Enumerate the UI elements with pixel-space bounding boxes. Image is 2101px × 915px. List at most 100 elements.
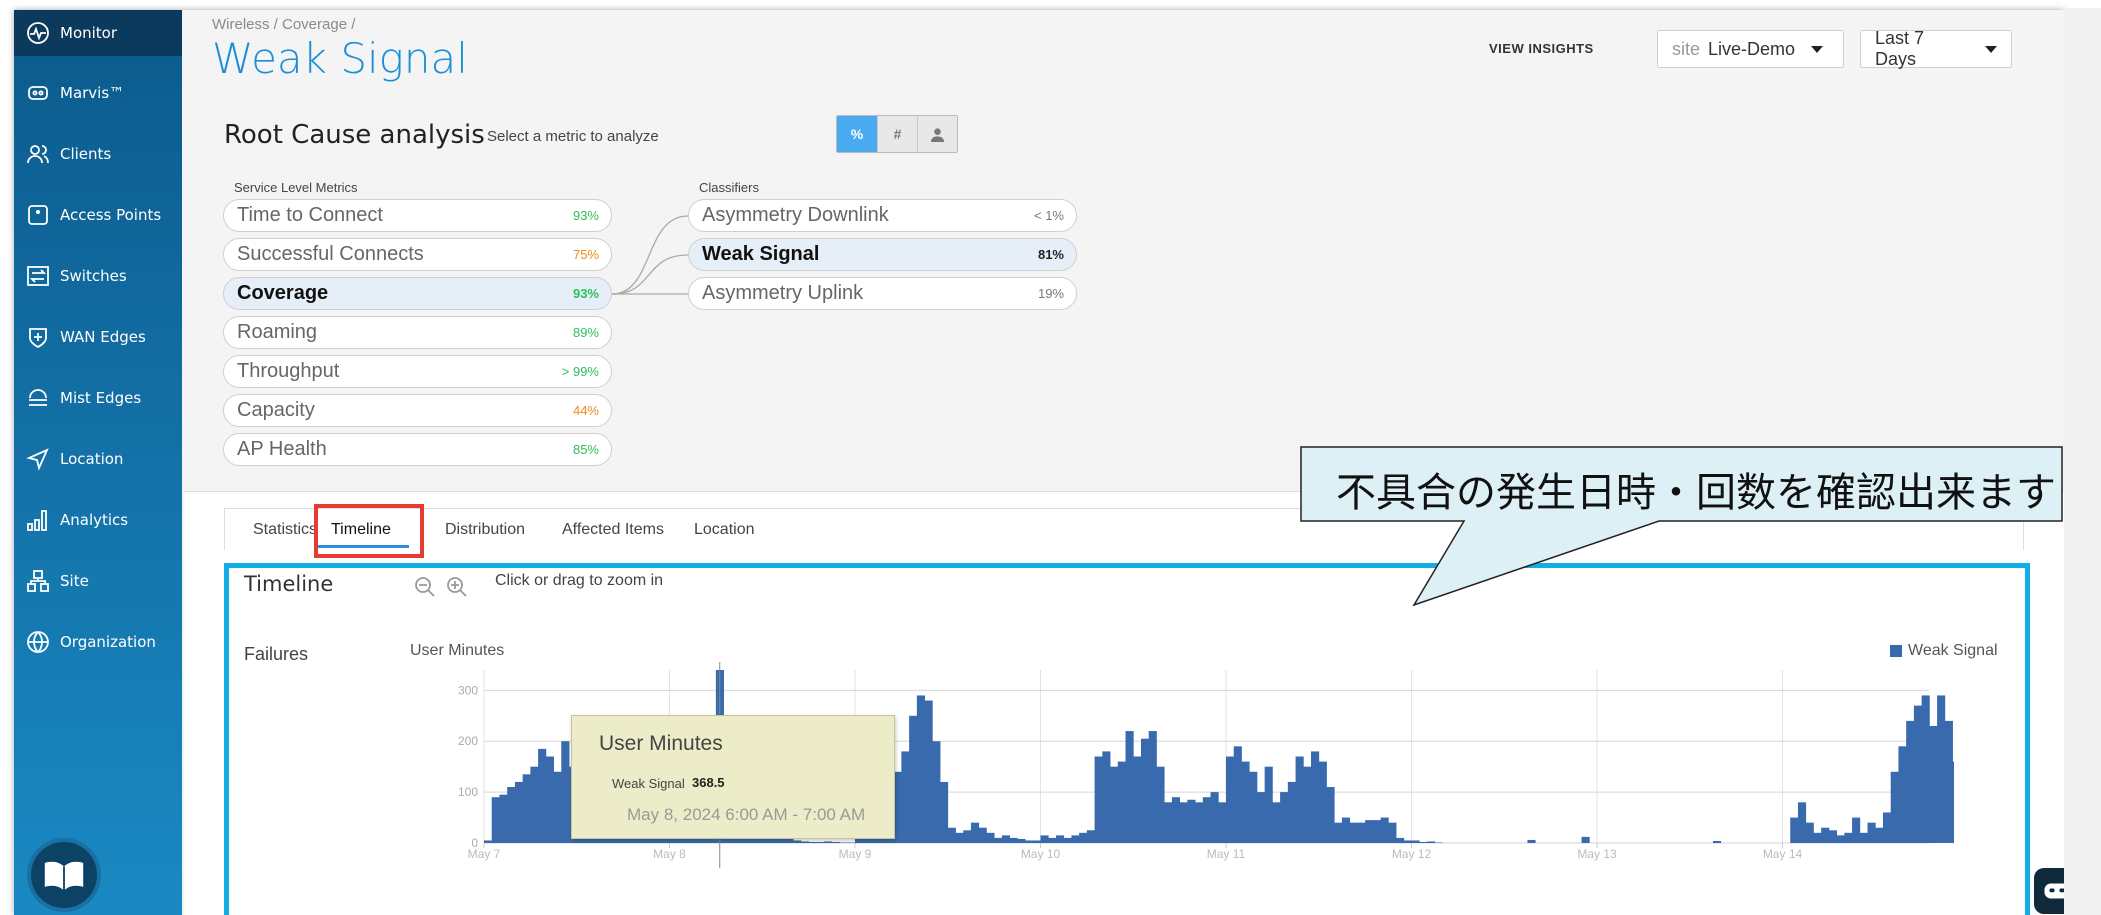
monitor-icon — [25, 20, 51, 46]
sidebar-item-switches[interactable]: Switches — [14, 253, 182, 299]
access-points-icon — [25, 202, 51, 228]
metric-roaming[interactable]: Roaming 89% — [223, 316, 612, 349]
sidebar-item-marvis[interactable]: Marvis™ — [14, 70, 182, 116]
chart-bar — [1210, 792, 1219, 843]
date-range-dropdown[interactable]: Last 7 Days — [1860, 28, 2012, 69]
zoom-in-icon[interactable] — [446, 576, 468, 598]
chart-bar — [1836, 835, 1845, 843]
metric-time-to-connect[interactable]: Time to Connect 93% — [223, 199, 612, 232]
metric-percent: 44% — [572, 403, 599, 418]
chart-bar — [816, 841, 825, 843]
chart-bar — [1055, 835, 1065, 843]
tab-statistics[interactable]: Statistics — [253, 509, 317, 551]
sidebar-item-label: Clients — [60, 145, 112, 163]
metric-throughput[interactable]: Throughput > 99% — [223, 355, 612, 388]
chart-bar — [1241, 761, 1250, 843]
chart-bar — [947, 827, 956, 843]
sidebar-item-analytics[interactable]: Analytics — [14, 497, 182, 543]
sidebar-item-label: Marvis™ — [60, 84, 125, 102]
metric-successful-connects[interactable]: Successful Connects 75% — [223, 238, 612, 271]
tooltip-value: 368.5 — [692, 775, 725, 790]
chart-bar — [1813, 832, 1822, 843]
chart-bar — [1233, 746, 1242, 843]
chart-bar — [1921, 695, 1930, 843]
site-dropdown[interactable]: site Live-Demo — [1657, 30, 1844, 68]
chart-bar — [1388, 822, 1397, 843]
zoom-out-icon[interactable] — [414, 576, 436, 598]
chart-bar — [1110, 766, 1119, 843]
chart-bar — [1256, 792, 1266, 843]
chart-bar — [1287, 781, 1296, 843]
chart-bar — [932, 741, 941, 843]
sidebar-item-mist-edges[interactable]: Mist Edges — [14, 375, 182, 421]
breadcrumb[interactable]: Wireless / Coverage / — [212, 16, 355, 33]
chart-bar — [1434, 842, 1443, 843]
switches-icon — [25, 263, 51, 289]
chart-bar — [1357, 822, 1366, 843]
chart-bar — [1828, 830, 1838, 843]
view-insights-link[interactable]: VIEW INSIGHTS — [1489, 41, 1594, 56]
chart-bar — [1272, 802, 1281, 843]
tab-location[interactable]: Location — [694, 509, 755, 551]
count-toggle-button[interactable]: # — [877, 116, 917, 152]
chart-bar — [1906, 720, 1915, 843]
chart-bar — [1318, 761, 1327, 843]
percent-toggle-button[interactable]: % — [837, 116, 877, 152]
metric-ap-health[interactable]: AP Health 85% — [223, 433, 612, 466]
chart-bar — [994, 837, 1003, 843]
date-range-value: Last 7 Days — [1875, 28, 1925, 69]
chart-bar — [1365, 820, 1374, 843]
chart-bar — [1349, 822, 1358, 843]
chart-bar — [909, 715, 918, 843]
sidebar-item-site[interactable]: Site — [14, 558, 182, 604]
sidebar-item-wan-edges[interactable]: WAN Edges — [14, 314, 182, 360]
metric-percent: 75% — [572, 247, 599, 262]
sidebar-item-access-points[interactable]: Access Points — [14, 192, 182, 238]
clients-icon — [25, 141, 51, 167]
chart-bar — [1426, 841, 1436, 843]
classifier-asymmetry-downlink[interactable]: Asymmetry Downlink < 1% — [688, 199, 1077, 232]
chart-bar — [1094, 756, 1103, 843]
classifier-weak-signal[interactable]: Weak Signal 81% — [688, 238, 1077, 271]
sidebar-item-organization[interactable]: Organization — [14, 619, 182, 665]
sidebar-item-monitor[interactable]: Monitor — [14, 10, 182, 56]
metric-percent: 85% — [572, 442, 599, 457]
chart-bar — [839, 842, 848, 843]
sidebar-item-label: Access Points — [60, 206, 162, 224]
y-tick-label: 300 — [458, 683, 478, 697]
classifier-asymmetry-uplink[interactable]: Asymmetry Uplink 19% — [688, 277, 1077, 310]
chart-bar — [1712, 840, 1722, 843]
chart-bar — [808, 841, 817, 843]
chart-bar — [545, 756, 554, 843]
scrollbar[interactable] — [2064, 8, 2101, 915]
mist-edges-icon — [25, 385, 51, 411]
chart-bar — [1952, 761, 1954, 843]
documentation-book-icon[interactable] — [27, 838, 101, 912]
chart-bar — [1867, 822, 1876, 843]
classifier-percent: 19% — [1037, 286, 1064, 301]
sidebar-item-label: Mist Edges — [60, 389, 142, 407]
marvis-icon — [25, 80, 51, 106]
metric-coverage[interactable]: Coverage 93% — [223, 277, 612, 310]
sidebar-item-clients[interactable]: Clients — [14, 131, 182, 177]
zoom-hint: Click or drag to zoom in — [495, 572, 664, 589]
chat-assistant-icon[interactable] — [2034, 868, 2064, 914]
chart-bar — [1195, 802, 1204, 843]
user-toggle-button[interactable] — [917, 116, 957, 152]
y-tick-label: 100 — [458, 785, 478, 799]
chart-bar — [1086, 830, 1096, 843]
tab-distribution[interactable]: Distribution — [445, 509, 525, 551]
chart-legend[interactable]: Weak Signal — [1890, 642, 1998, 660]
classifier-percent: < 1% — [1034, 208, 1064, 223]
tab-affected-items[interactable]: Affected Items — [562, 509, 664, 551]
metric-percent: > 99% — [561, 364, 599, 379]
y-axis-title: User Minutes — [410, 642, 505, 659]
metric-capacity[interactable]: Capacity 44% — [223, 394, 612, 427]
sidebar-item-label: Switches — [60, 267, 127, 285]
chart-bar — [553, 771, 562, 843]
callout-text: 不具合の発生日時・回数を確認出来ます — [1336, 470, 2056, 516]
chart-bar — [1326, 787, 1335, 843]
chart-bar — [1527, 839, 1536, 843]
sidebar-item-location[interactable]: Location — [14, 436, 182, 482]
chart-bar — [1179, 802, 1188, 843]
